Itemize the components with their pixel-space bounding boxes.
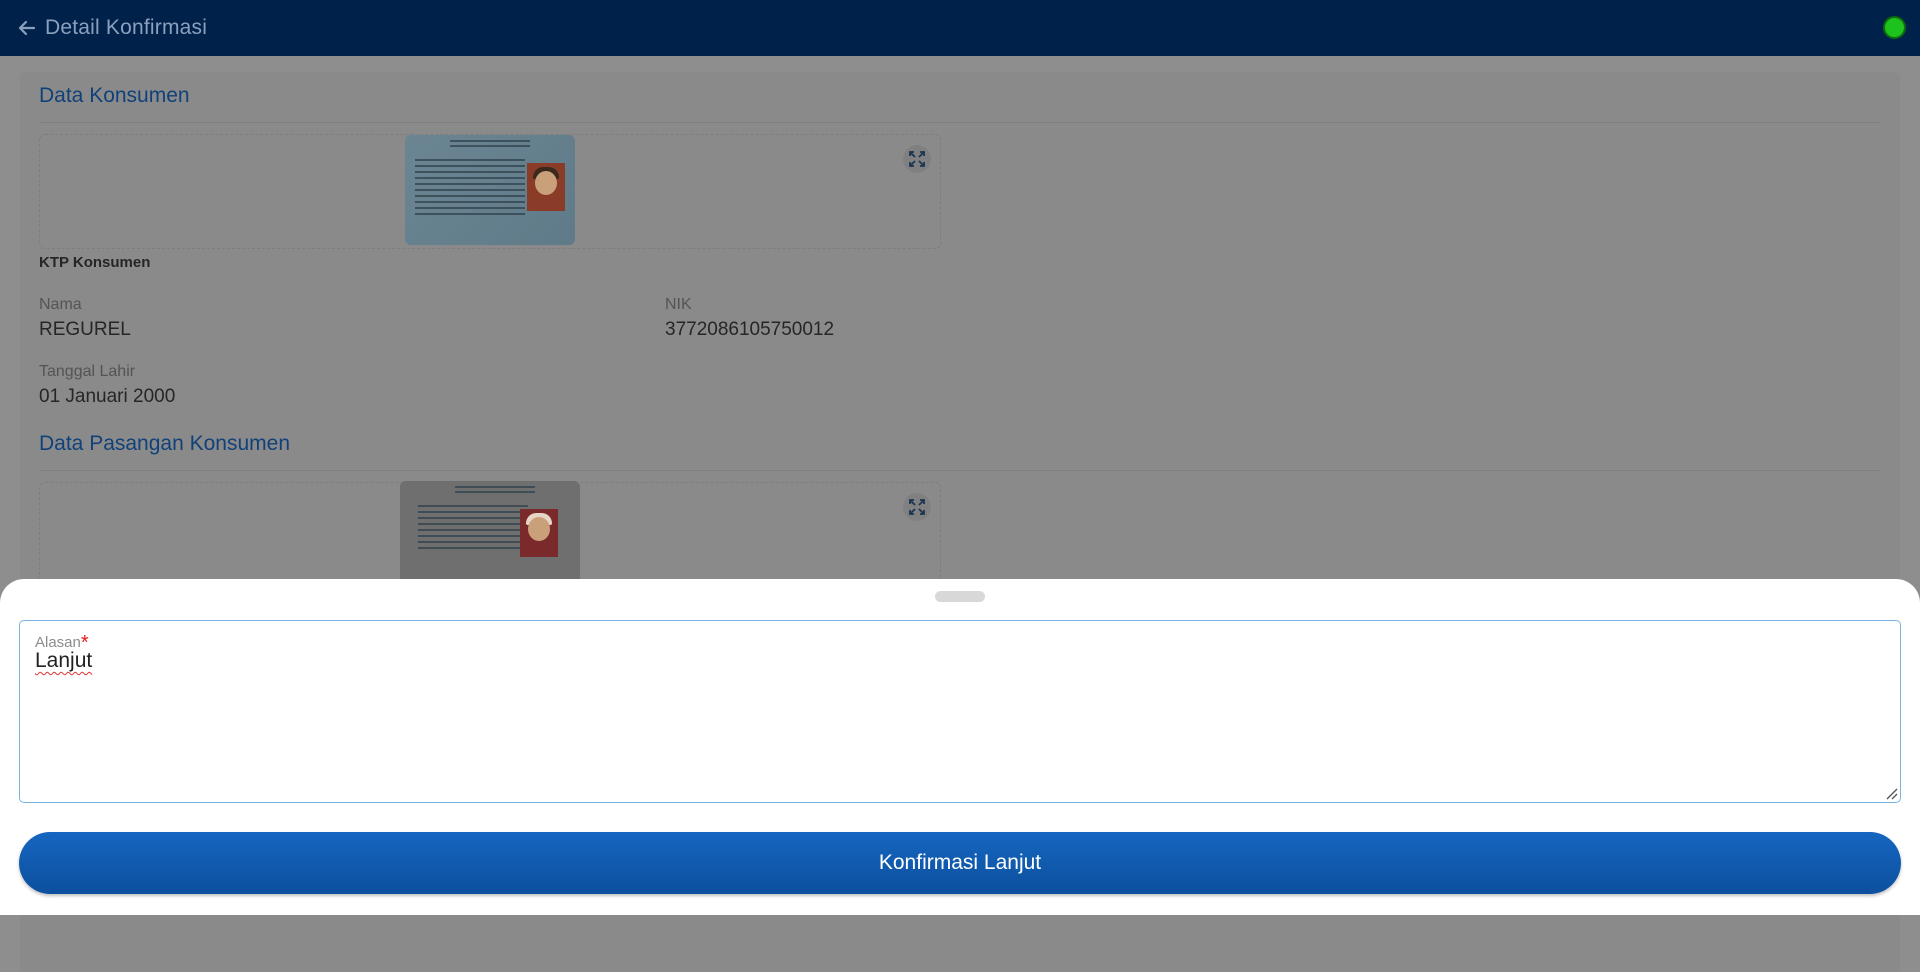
nik-value: 3772086105750012 <box>665 319 835 340</box>
section-title-consumer: Data Konsumen <box>39 84 190 107</box>
section-divider <box>39 470 1881 471</box>
confirmation-bottom-sheet: Alasan* Lanjut Konfirmasi Lanjut <box>0 579 1920 915</box>
name-label: Nama <box>39 296 82 313</box>
sheet-drag-handle[interactable] <box>935 591 985 602</box>
section-title-spouse: Data Pasangan Konsumen <box>39 432 291 455</box>
ktp-consumer-caption: KTP Konsumen <box>39 254 151 271</box>
dob-value: 01 Januari 2000 <box>39 386 176 407</box>
status-indicator <box>1883 16 1906 39</box>
ktp-spouse-image[interactable] <box>400 481 580 591</box>
name-value: REGUREL <box>39 319 131 340</box>
reason-textarea[interactable]: Alasan* Lanjut <box>19 620 1901 803</box>
page-title: Detail Konfirmasi <box>45 16 208 39</box>
dob-label: Tanggal Lahir <box>39 363 136 380</box>
ktp-consumer-photo-box[interactable] <box>39 134 941 249</box>
confirm-continue-button[interactable]: Konfirmasi Lanjut <box>19 832 1901 894</box>
expand-icon[interactable] <box>903 493 931 521</box>
back-arrow-icon[interactable] <box>17 18 37 38</box>
reason-input-value[interactable]: Lanjut <box>35 649 92 673</box>
ktp-consumer-image[interactable] <box>405 135 575 245</box>
expand-icon[interactable] <box>903 145 931 173</box>
app-header: Detail Konfirmasi <box>0 0 1920 56</box>
section-divider <box>39 122 1881 123</box>
resize-grip-icon[interactable] <box>1882 784 1898 800</box>
nik-label: NIK <box>665 296 692 313</box>
